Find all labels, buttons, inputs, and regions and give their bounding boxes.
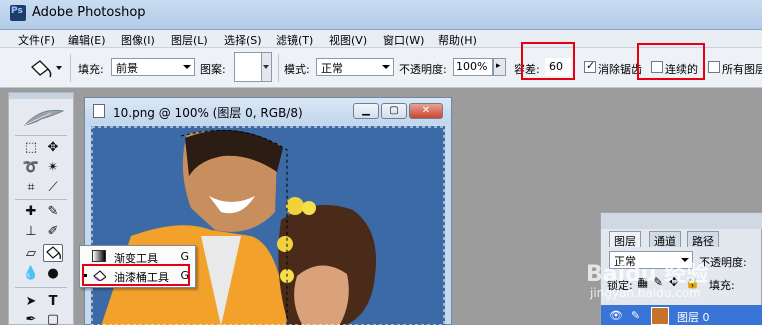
window-title-bar: Adobe Photoshop xyxy=(0,0,762,30)
path-selection-tool-icon[interactable]: ➤ xyxy=(21,293,41,311)
clone-stamp-tool-icon[interactable]: ⊥ xyxy=(21,223,41,241)
fill-label: 填充: xyxy=(78,63,104,76)
chevron-down-icon xyxy=(183,65,191,69)
photo-content xyxy=(91,126,445,325)
tool-separator xyxy=(15,199,67,200)
options-separator xyxy=(278,54,279,82)
chevron-right-icon: ▸ xyxy=(496,61,501,71)
menu-help[interactable]: 帮助(H) xyxy=(438,32,477,48)
document-icon xyxy=(93,104,105,118)
pattern-label: 图案: xyxy=(200,63,226,76)
window-title: Adobe Photoshop xyxy=(32,5,146,20)
opacity-input[interactable]: 100% xyxy=(453,58,493,76)
dodge-tool-icon[interactable]: ● xyxy=(43,265,63,283)
brush-tool-icon[interactable]: ✎ xyxy=(43,203,63,221)
all-layers-checkbox[interactable] xyxy=(708,61,720,73)
slice-tool-icon[interactable]: ⟋ xyxy=(43,179,63,197)
document-title: 10.png @ 100% (图层 0, RGB/8) xyxy=(113,106,303,120)
move-tool-icon[interactable]: ✥ xyxy=(43,139,63,157)
layer-row[interactable]: 👁 ✎ 图层 0 xyxy=(601,305,762,325)
minimize-button[interactable]: ▁ xyxy=(353,103,379,119)
tab-channels[interactable]: 通道 xyxy=(649,231,681,248)
paint-bucket-highlight xyxy=(82,264,190,286)
watermark-url: jingyan.baidu.com xyxy=(590,286,701,300)
menu-edit[interactable]: 编辑(E) xyxy=(68,32,106,48)
healing-brush-tool-icon[interactable]: ✚ xyxy=(21,203,41,221)
magic-wand-tool-icon[interactable]: ✴ xyxy=(43,159,63,177)
menu-view[interactable]: 视图(V) xyxy=(329,32,367,48)
paint-bucket-icon xyxy=(31,60,62,78)
panel-grip[interactable] xyxy=(601,213,762,229)
opacity-label: 不透明度: xyxy=(399,63,447,76)
shape-tool-icon[interactable]: ▢ xyxy=(43,311,63,325)
blur-tool-icon[interactable]: 💧 xyxy=(21,265,41,283)
tool-flyout-menu: 渐变工具 G 油漆桶工具 G xyxy=(79,245,196,288)
gradient-tool-shortcut: G xyxy=(180,250,189,263)
woman-face xyxy=(294,265,349,325)
fill-source-value: 前景 xyxy=(116,62,138,75)
maximize-button[interactable]: ▢ xyxy=(381,103,407,119)
opacity-value: 100% xyxy=(456,60,488,73)
feather-logo-icon xyxy=(23,109,65,126)
lasso-tool-icon[interactable]: ➰ xyxy=(21,159,41,177)
tool-options-bar: 填充: 前景 图案: 模式: 正常 不透明度: 100% ▸ 容差: 60 消除… xyxy=(0,42,762,88)
gradient-icon xyxy=(92,250,106,262)
menu-file[interactable]: 文件(F) xyxy=(18,32,55,48)
antialias-label: 消除锯齿 xyxy=(598,63,642,76)
watermark: Baidu 经验 xyxy=(586,262,709,287)
layer-brush-icon: ✎ xyxy=(631,309,641,322)
tool-preset-picker[interactable] xyxy=(26,57,66,79)
layer-thumbnail xyxy=(651,307,669,325)
image-canvas[interactable] xyxy=(91,126,445,325)
fill-source-select[interactable]: 前景 xyxy=(111,58,195,76)
close-button[interactable]: ✕ xyxy=(409,103,443,119)
tab-paths[interactable]: 路径 xyxy=(687,231,719,248)
flower-decoration xyxy=(302,201,316,215)
pen-tool-icon[interactable]: ✒ xyxy=(21,311,41,325)
options-separator xyxy=(70,54,71,82)
tool-separator xyxy=(15,287,67,288)
document-window: 10.png @ 100% (图层 0, RGB/8) ▁ ▢ ✕ xyxy=(84,97,452,325)
layer-fill-label: 填充: xyxy=(709,279,735,292)
pattern-dropdown-button[interactable] xyxy=(262,52,272,82)
tools-panel: ⬚ ✥ ➰ ✴ ⌗ ⟋ ✚ ✎ ⊥ ✐ ▱ 💧 ● ➤ T ✒ ▢ xyxy=(8,92,74,325)
opacity-dropdown-button[interactable]: ▸ xyxy=(493,58,506,76)
menu-select[interactable]: 选择(S) xyxy=(224,32,262,48)
mode-label: 模式: xyxy=(284,63,310,76)
panel-grip[interactable] xyxy=(9,93,73,99)
document-title-bar[interactable]: 10.png @ 100% (图层 0, RGB/8) ▁ ▢ ✕ xyxy=(85,98,451,124)
crop-tool-icon[interactable]: ⌗ xyxy=(21,179,41,197)
history-brush-tool-icon[interactable]: ✐ xyxy=(43,223,63,241)
blend-mode-select[interactable]: 正常 xyxy=(316,58,394,76)
photoshop-app-icon xyxy=(10,5,26,21)
eraser-tool-icon[interactable]: ▱ xyxy=(21,245,41,263)
all-layers-label: 所有图层 xyxy=(722,63,762,76)
contiguous-highlight xyxy=(637,43,705,80)
menu-layer[interactable]: 图层(L) xyxy=(171,32,208,48)
tool-separator xyxy=(15,135,67,136)
paint-bucket-tool-icon[interactable] xyxy=(43,244,63,262)
flower-decoration xyxy=(286,197,304,215)
pattern-swatch[interactable] xyxy=(234,52,262,82)
menu-image[interactable]: 图像(I) xyxy=(121,32,155,48)
type-tool-icon[interactable]: T xyxy=(43,293,63,311)
menu-filter[interactable]: 滤镜(T) xyxy=(276,32,313,48)
menu-window[interactable]: 窗口(W) xyxy=(383,32,424,48)
visibility-eye-icon[interactable]: 👁 xyxy=(609,309,623,322)
tolerance-highlight xyxy=(521,42,575,80)
blend-mode-value: 正常 xyxy=(321,62,343,75)
flower-decoration xyxy=(277,236,293,252)
tab-layers[interactable]: 图层 xyxy=(609,231,641,248)
antialias-checkbox[interactable] xyxy=(584,59,596,73)
paint-bucket-icon xyxy=(46,246,61,260)
layer-name: 图层 0 xyxy=(677,311,710,324)
chevron-down-icon xyxy=(382,65,390,69)
marquee-tool-icon[interactable]: ⬚ xyxy=(21,139,41,157)
